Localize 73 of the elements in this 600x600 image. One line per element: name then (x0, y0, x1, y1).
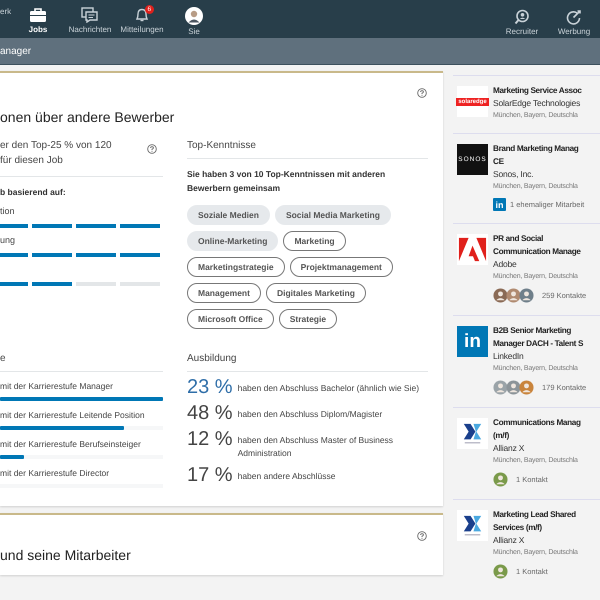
career-label: mit der Karrierestufe Berufseinsteiger (0, 439, 142, 449)
job-title-link[interactable]: Marketing Lead Shared Services (m/f) (493, 508, 578, 534)
bell-icon (133, 7, 151, 23)
briefcase-icon (29, 7, 47, 23)
skill-tag: Management (187, 283, 261, 303)
job-title-link[interactable]: B2B Senior Marketing Manager DACH - Talent S (493, 324, 586, 350)
skill-tag: Social Media Marketing (274, 205, 391, 225)
company-name: Sonos, Inc. (493, 168, 534, 181)
skill-tag: Digitales Marketing (266, 283, 366, 303)
job-title-link[interactable]: Marketing Service Assoc (493, 84, 582, 97)
skill-tag: Marketing (283, 231, 346, 251)
company-name: Adobe (493, 258, 518, 271)
degree-text: haben den Abschluss Bachelor (ähnlich wie Sie) (238, 382, 420, 395)
help-icon[interactable] (417, 88, 427, 98)
column-title: e (0, 351, 163, 372)
rank-text: er den Top-25 % von 120 für diesen Job (0, 139, 112, 168)
target-icon (565, 9, 583, 25)
avatar-icon (185, 7, 203, 25)
section-title: und seine Mitarbeiter (0, 547, 131, 563)
contact-avatar[interactable] (493, 380, 508, 395)
job-title: anager (0, 46, 32, 56)
degree-text: haben den Abschluss Master of Business Administration (238, 434, 394, 460)
career-label: mit der Karrierestufe Manager (0, 381, 114, 391)
percentage: 48 % (187, 402, 233, 424)
skill-tag: Microsoft Office (187, 309, 274, 329)
skill-tag: Soziale Medien (187, 205, 270, 225)
nav-item[interactable]: Jobs (12, 7, 64, 36)
recruiter-icon (513, 9, 531, 25)
skill-tag: Strategie (278, 309, 338, 329)
nav-item[interactable]: Sie (168, 7, 220, 36)
job-title-link[interactable]: PR and Social Communication Manage (493, 232, 586, 258)
company-logo[interactable] (457, 510, 488, 541)
contact-avatar[interactable] (519, 288, 534, 303)
messages-icon (81, 7, 99, 23)
nav-item[interactable]: Recruiter (496, 9, 548, 36)
column-title: Top-Kenntnisse (187, 138, 428, 159)
percentage: 17 % (187, 464, 233, 486)
nav-item[interactable]: Nachrichten (64, 7, 116, 36)
company-logo[interactable] (457, 234, 488, 265)
skills-summary: Sie haben 3 von 10 Top-Kenntnissen mit anderen Bewerbern gemeinsam (187, 168, 386, 195)
company-name: Allianz X (493, 534, 526, 547)
help-icon[interactable] (417, 531, 427, 541)
degree-text: haben andere Abschlüsse (238, 470, 336, 483)
percentage: 23 % (187, 376, 233, 398)
help-icon[interactable] (147, 144, 157, 154)
basis-label: b basierend auf: (0, 186, 67, 199)
criterion-label: tion (0, 206, 15, 216)
criterion-label: ung (0, 235, 16, 245)
contact-avatar[interactable] (493, 472, 508, 487)
company-logo[interactable] (457, 418, 488, 449)
career-label: mit der Karrierestufe Director (0, 468, 110, 478)
contact-avatar[interactable] (493, 288, 508, 303)
section-title: onen über andere Bewerber (0, 109, 174, 125)
company-name: LinkedIn (493, 350, 525, 363)
skill-tag: Projektmanagement (290, 257, 393, 277)
company-name: Allianz X (493, 442, 526, 455)
contact-avatar[interactable] (519, 380, 534, 395)
contact-avatar[interactable] (506, 288, 521, 303)
skill-tag: Marketingstrategie (187, 257, 285, 277)
degree-text: haben den Abschluss Diplom/Magister (238, 408, 382, 421)
percentage: 12 % (187, 428, 233, 450)
career-label: mit der Karrierestufe Leitende Position (0, 410, 146, 420)
nav-item[interactable]: Werbung (548, 9, 600, 36)
skill-tag: Online-Marketing (187, 231, 278, 251)
job-title-link[interactable]: Brand Marketing Manag CE (493, 142, 584, 168)
company-logo[interactable]: in (457, 326, 488, 357)
linkedin-icon: in (493, 198, 506, 211)
job-title-link[interactable]: Communications Manag (m/f) (493, 416, 581, 442)
contact-avatar[interactable] (493, 564, 508, 579)
nav-item[interactable]: erk (0, 7, 12, 36)
company-name: SolarEdge Technologies (493, 97, 582, 110)
contact-avatar[interactable] (506, 380, 521, 395)
column-title: Ausbildung (187, 351, 428, 372)
